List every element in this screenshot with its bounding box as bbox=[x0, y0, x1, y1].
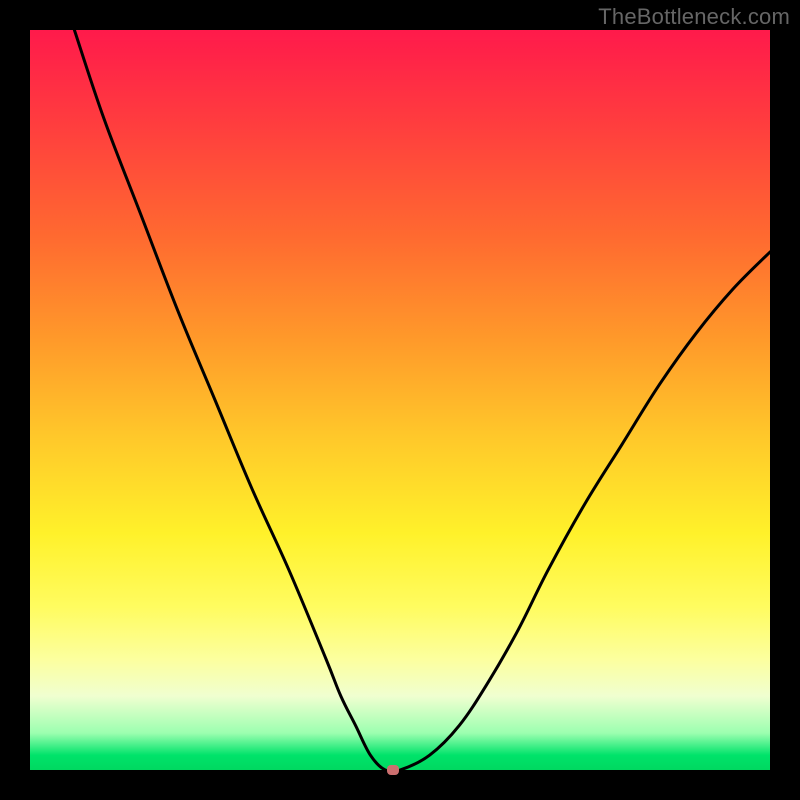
bottleneck-curve bbox=[74, 30, 770, 770]
bottleneck-marker bbox=[387, 765, 399, 775]
chart-frame: TheBottleneck.com bbox=[0, 0, 800, 800]
curve-svg bbox=[30, 30, 770, 770]
watermark-text: TheBottleneck.com bbox=[598, 4, 790, 30]
plot-area bbox=[30, 30, 770, 770]
